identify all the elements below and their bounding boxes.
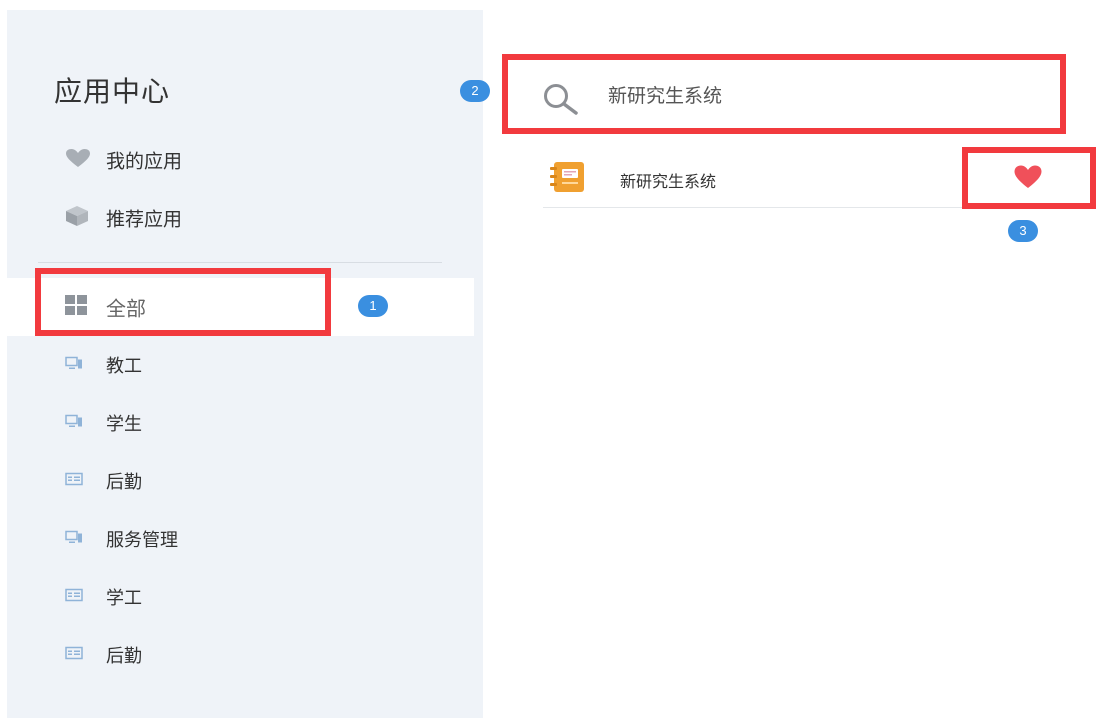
step-badge-1: 1 — [358, 295, 388, 317]
list-icon — [65, 646, 83, 665]
sidebar-item-service-management[interactable]: 服务管理 — [7, 510, 474, 568]
list-icon — [65, 588, 83, 607]
sidebar-item-recommended[interactable]: 推荐应用 — [7, 189, 474, 247]
sidebar-item-label: 后勤 — [106, 646, 142, 667]
sidebar-item-label: 学生 — [106, 414, 142, 435]
app-name: 新研究生系统 — [620, 172, 717, 191]
sidebar-divider — [38, 262, 442, 263]
monitor-icon — [65, 414, 83, 433]
sidebar-item-students[interactable]: 学生 — [7, 394, 474, 452]
sidebar-item-label: 教工 — [106, 356, 142, 377]
sidebar-item-label: 推荐应用 — [106, 208, 183, 231]
monitor-icon — [65, 530, 83, 549]
sidebar-item-staff[interactable]: 教工 — [7, 336, 474, 394]
sidebar-item-label: 后勤 — [106, 472, 142, 493]
list-icon — [65, 472, 83, 491]
sidebar-item-label: 全部 — [106, 296, 146, 321]
sidebar-item-my-apps[interactable]: 我的应用 — [7, 131, 474, 189]
sidebar-item-all[interactable]: 全部 — [7, 278, 474, 336]
monitor-icon — [65, 356, 83, 375]
step-badge-2: 2 — [460, 80, 490, 102]
heart-icon — [65, 148, 91, 172]
sidebar-item-label: 我的应用 — [106, 150, 183, 173]
heart-icon — [1014, 165, 1042, 188]
sidebar: 应用中心 我的应用 推荐应用 全部 教工 学生 后勤 服务管理 学工 后勤 — [7, 10, 483, 718]
sidebar-item-logistics[interactable]: 后勤 — [7, 452, 474, 510]
search-icon[interactable] — [540, 82, 580, 120]
cube-icon — [65, 205, 89, 231]
search-input[interactable] — [608, 76, 1028, 112]
notebook-icon — [550, 161, 586, 197]
step-badge-3: 3 — [1008, 220, 1038, 242]
sidebar-item-label: 学工 — [106, 588, 142, 609]
sidebar-item-student-affairs[interactable]: 学工 — [7, 568, 474, 626]
search-bar — [510, 60, 1060, 128]
favorite-button[interactable] — [1013, 164, 1043, 190]
sidebar-item-label: 服务管理 — [106, 530, 178, 551]
grid-icon — [65, 295, 87, 319]
page-title: 应用中心 — [54, 75, 171, 108]
sidebar-item-logistics-2[interactable]: 后勤 — [7, 626, 474, 684]
list-item[interactable]: 新研究生系统 — [543, 148, 1093, 208]
app-center-page: 应用中心 我的应用 推荐应用 全部 教工 学生 后勤 服务管理 学工 后勤 新研… — [0, 0, 1112, 718]
